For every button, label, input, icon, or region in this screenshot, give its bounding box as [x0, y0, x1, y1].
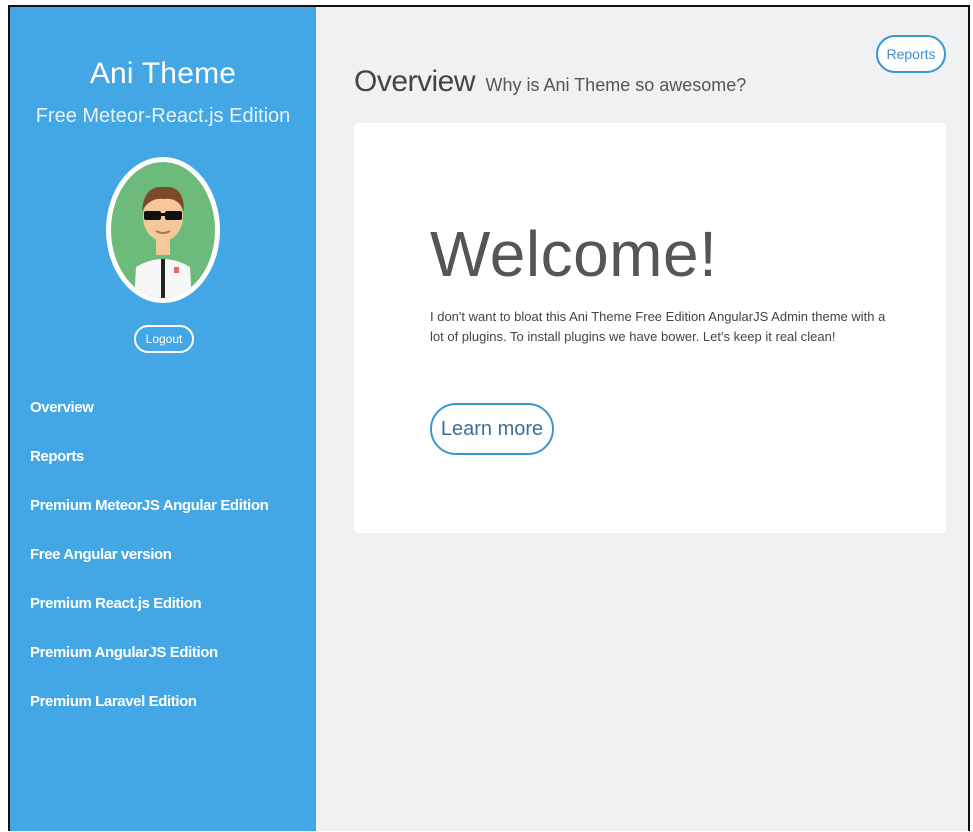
brand-subtitle: Free Meteor-React.js Edition	[35, 105, 291, 127]
reports-button[interactable]: Reports	[876, 35, 946, 73]
sidebar-item-overview[interactable]: Overview	[30, 399, 268, 448]
brand-title: Ani Theme	[89, 57, 237, 90]
learn-more-button[interactable]: Learn more	[430, 403, 554, 455]
page-header: Overview Why is Ani Theme so awesome?	[354, 65, 746, 99]
sidebar-nav: Overview Reports Premium MeteorJS Angula…	[30, 399, 269, 742]
page-subtitle: Why is Ani Theme so awesome?	[485, 75, 747, 95]
app-window: Ani Theme Free Meteor-React.js Edition L…	[8, 5, 970, 831]
sidebar-item-premium-meteorjs-angular[interactable]: Premium MeteorJS Angular Edition	[30, 497, 269, 546]
developer-avatar-icon	[106, 157, 220, 303]
sidebar-item-free-angular[interactable]: Free Angular version	[30, 546, 268, 595]
sidebar-item-reports[interactable]: Reports	[30, 448, 268, 497]
welcome-card: Welcome! I don't want to bloat this Ani …	[354, 123, 946, 533]
welcome-heading: Welcome!	[430, 218, 718, 290]
logout-button[interactable]: Logout	[134, 325, 194, 353]
sidebar-item-premium-react[interactable]: Premium React.js Edition	[30, 595, 268, 644]
main-content: Reports Overview Why is Ani Theme so awe…	[316, 7, 968, 831]
sidebar-item-premium-laravel[interactable]: Premium Laravel Edition	[30, 693, 268, 742]
page-title: Overview	[354, 65, 476, 98]
sidebar-item-premium-angularjs[interactable]: Premium AngularJS Edition	[30, 644, 268, 693]
welcome-text: I don't want to bloat this Ani Theme Fre…	[430, 309, 886, 344]
sidebar: Ani Theme Free Meteor-React.js Edition L…	[10, 7, 316, 831]
